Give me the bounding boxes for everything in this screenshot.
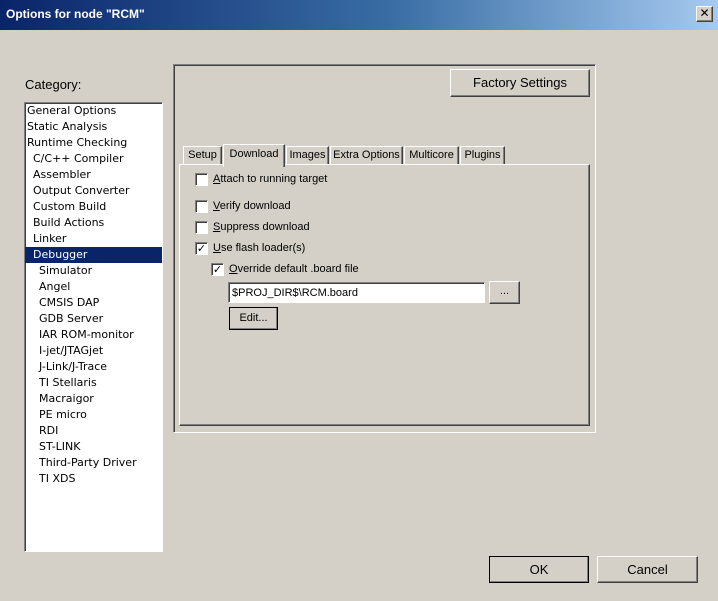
- use-flash-loader-label: Use flash loader(s): [213, 242, 306, 254]
- use-flash-loader-checkbox[interactable]: ✓: [195, 242, 208, 255]
- category-item[interactable]: TI Stellaris: [25, 375, 162, 391]
- tab-download[interactable]: Download: [223, 144, 285, 167]
- category-label: Category:: [25, 77, 82, 92]
- override-board-label: Override default .board file: [229, 263, 359, 275]
- category-item[interactable]: Debugger: [25, 247, 162, 263]
- factory-settings-button[interactable]: Factory Settings: [450, 69, 590, 97]
- browse-button[interactable]: ...: [489, 281, 520, 304]
- category-item[interactable]: General Options: [25, 103, 162, 119]
- category-item[interactable]: Runtime Checking: [25, 135, 162, 151]
- tab-images[interactable]: Images: [286, 146, 329, 165]
- edit-button[interactable]: Edit...: [229, 307, 278, 330]
- title-bar[interactable]: Options for node "RCM" ✕: [0, 0, 718, 30]
- category-item[interactable]: Build Actions: [25, 215, 162, 231]
- category-item[interactable]: Static Analysis: [25, 119, 162, 135]
- tab-multicore[interactable]: Multicore: [404, 146, 459, 165]
- category-item[interactable]: PE micro: [25, 407, 162, 423]
- category-item[interactable]: I-jet/JTAGjet: [25, 343, 162, 359]
- check-icon: ✓: [212, 263, 223, 276]
- attach-label: Attach to running target: [213, 173, 328, 185]
- category-item[interactable]: Third-Party Driver: [25, 455, 162, 471]
- category-item[interactable]: CMSIS DAP: [25, 295, 162, 311]
- category-item[interactable]: TI XDS: [25, 471, 162, 487]
- board-file-input[interactable]: [228, 282, 485, 303]
- check-icon: ✓: [196, 242, 207, 255]
- window-title: Options for node "RCM": [6, 7, 145, 21]
- verify-download-checkbox[interactable]: [195, 200, 208, 213]
- cancel-button[interactable]: Cancel: [597, 556, 698, 583]
- close-icon: ✕: [699, 6, 710, 20]
- verify-download-label: Verify download: [213, 200, 291, 212]
- category-item[interactable]: J-Link/J-Trace: [25, 359, 162, 375]
- category-item[interactable]: ST-LINK: [25, 439, 162, 455]
- tab-setup[interactable]: Setup: [183, 146, 222, 165]
- category-list[interactable]: General Options Static Analysis Runtime Ch…: [24, 102, 163, 552]
- category-item[interactable]: Simulator: [25, 263, 162, 279]
- category-item[interactable]: IAR ROM-monitor: [25, 327, 162, 343]
- category-item[interactable]: C/C++ Compiler: [25, 151, 162, 167]
- category-item[interactable]: Output Converter: [25, 183, 162, 199]
- override-board-checkbox[interactable]: ✓: [211, 263, 224, 276]
- suppress-download-checkbox[interactable]: [195, 221, 208, 234]
- category-item[interactable]: Linker: [25, 231, 162, 247]
- category-item[interactable]: RDI: [25, 423, 162, 439]
- close-button[interactable]: ✕: [696, 6, 713, 22]
- category-item[interactable]: Macraigor: [25, 391, 162, 407]
- tab-extra-options[interactable]: Extra Options: [330, 146, 403, 165]
- category-item[interactable]: Angel: [25, 279, 162, 295]
- tab-plugins[interactable]: Plugins: [460, 146, 505, 165]
- category-item[interactable]: Assembler: [25, 167, 162, 183]
- suppress-download-label: Suppress download: [213, 221, 310, 233]
- category-item[interactable]: Custom Build: [25, 199, 162, 215]
- ok-button[interactable]: OK: [489, 556, 589, 583]
- category-item[interactable]: GDB Server: [25, 311, 162, 327]
- attach-checkbox[interactable]: [195, 173, 208, 186]
